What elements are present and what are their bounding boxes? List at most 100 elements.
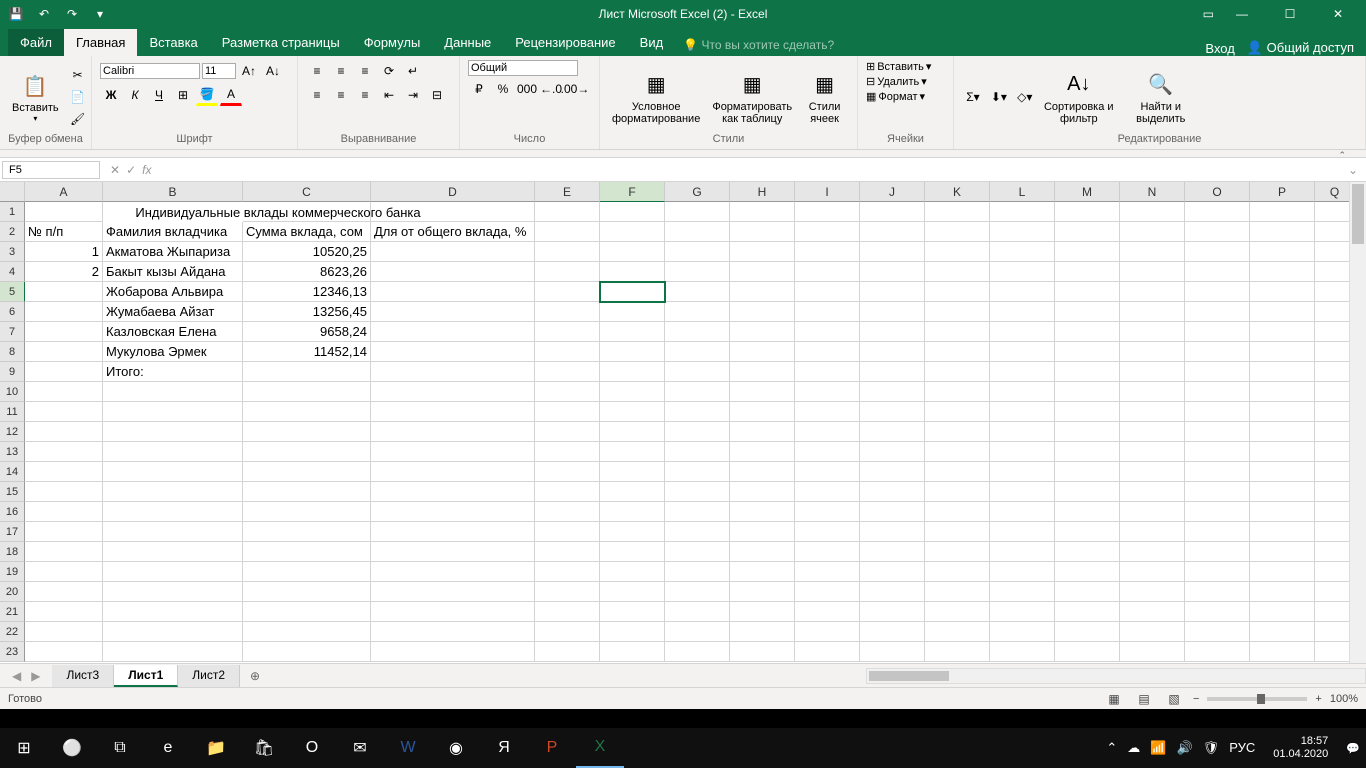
cell-O11[interactable] — [1185, 402, 1250, 422]
cell-O19[interactable] — [1185, 562, 1250, 582]
cell-I21[interactable] — [795, 602, 860, 622]
col-header-K[interactable]: K — [925, 182, 990, 202]
ribbon-options-icon[interactable]: ▭ — [1203, 7, 1214, 21]
cell-D23[interactable] — [371, 642, 535, 662]
cell-M17[interactable] — [1055, 522, 1120, 542]
cell-M21[interactable] — [1055, 602, 1120, 622]
cell-A7[interactable] — [25, 322, 103, 342]
col-header-P[interactable]: P — [1250, 182, 1315, 202]
save-icon[interactable]: 💾 — [8, 6, 24, 22]
cell-C13[interactable] — [243, 442, 371, 462]
cell-E20[interactable] — [535, 582, 600, 602]
cell-O3[interactable] — [1185, 242, 1250, 262]
cell-I13[interactable] — [795, 442, 860, 462]
cell-F2[interactable] — [600, 222, 665, 242]
cell-K23[interactable] — [925, 642, 990, 662]
cell-B23[interactable] — [103, 642, 243, 662]
cell-J3[interactable] — [860, 242, 925, 262]
cell-J7[interactable] — [860, 322, 925, 342]
cell-K12[interactable] — [925, 422, 990, 442]
cell-B2[interactable]: Фамилия вкладчика — [103, 222, 243, 242]
cell-P17[interactable] — [1250, 522, 1315, 542]
cell-G20[interactable] — [665, 582, 730, 602]
cell-M9[interactable] — [1055, 362, 1120, 382]
cell-M22[interactable] — [1055, 622, 1120, 642]
cell-D22[interactable] — [371, 622, 535, 642]
cell-N21[interactable] — [1120, 602, 1185, 622]
cell-O14[interactable] — [1185, 462, 1250, 482]
cell-G11[interactable] — [665, 402, 730, 422]
cell-H19[interactable] — [730, 562, 795, 582]
cell-F20[interactable] — [600, 582, 665, 602]
cell-L9[interactable] — [990, 362, 1055, 382]
row-header-14[interactable]: 14 — [0, 462, 25, 482]
col-header-F[interactable]: F — [600, 182, 665, 202]
underline-button[interactable]: Ч — [148, 84, 170, 106]
cell-H15[interactable] — [730, 482, 795, 502]
cell-L22[interactable] — [990, 622, 1055, 642]
cell-H7[interactable] — [730, 322, 795, 342]
row-header-6[interactable]: 6 — [0, 302, 25, 322]
cell-N23[interactable] — [1120, 642, 1185, 662]
taskbar-word-icon[interactable]: W — [384, 728, 432, 768]
cell-K14[interactable] — [925, 462, 990, 482]
cell-O10[interactable] — [1185, 382, 1250, 402]
cell-N13[interactable] — [1120, 442, 1185, 462]
cell-I22[interactable] — [795, 622, 860, 642]
cell-N7[interactable] — [1120, 322, 1185, 342]
cell-D7[interactable] — [371, 322, 535, 342]
cell-G1[interactable] — [665, 202, 730, 222]
cell-J19[interactable] — [860, 562, 925, 582]
cell-K6[interactable] — [925, 302, 990, 322]
taskbar-clock[interactable]: 18:57 01.04.2020 — [1267, 735, 1334, 761]
sort-filter-button[interactable]: A↓ Сортировка и фильтр — [1040, 67, 1118, 127]
cell-D5[interactable] — [371, 282, 535, 302]
taskbar-store-icon[interactable]: 🛍 — [240, 728, 288, 768]
col-header-O[interactable]: O — [1185, 182, 1250, 202]
cell-L17[interactable] — [990, 522, 1055, 542]
col-header-G[interactable]: G — [665, 182, 730, 202]
cell-I4[interactable] — [795, 262, 860, 282]
cell-L7[interactable] — [990, 322, 1055, 342]
cell-D3[interactable] — [371, 242, 535, 262]
cell-D8[interactable] — [371, 342, 535, 362]
cell-A22[interactable] — [25, 622, 103, 642]
align-bottom-icon[interactable]: ≡ — [354, 60, 376, 82]
cell-O7[interactable] — [1185, 322, 1250, 342]
cell-P4[interactable] — [1250, 262, 1315, 282]
cell-A18[interactable] — [25, 542, 103, 562]
tray-chevron-icon[interactable]: ⌃ — [1106, 740, 1117, 756]
cell-K9[interactable] — [925, 362, 990, 382]
align-center-icon[interactable]: ≡ — [330, 84, 352, 106]
cell-H8[interactable] — [730, 342, 795, 362]
cell-I20[interactable] — [795, 582, 860, 602]
taskbar-opera-icon[interactable]: O — [288, 728, 336, 768]
cell-F8[interactable] — [600, 342, 665, 362]
tray-defender-icon[interactable]: 🛡 — [1203, 740, 1220, 756]
cell-P11[interactable] — [1250, 402, 1315, 422]
cell-I23[interactable] — [795, 642, 860, 662]
row-header-18[interactable]: 18 — [0, 542, 25, 562]
row-header-16[interactable]: 16 — [0, 502, 25, 522]
cell-C15[interactable] — [243, 482, 371, 502]
cell-P19[interactable] — [1250, 562, 1315, 582]
paste-button[interactable]: 📋 Вставить▾ — [8, 68, 63, 125]
cell-D6[interactable] — [371, 302, 535, 322]
cell-N14[interactable] — [1120, 462, 1185, 482]
row-header-10[interactable]: 10 — [0, 382, 25, 402]
cell-M8[interactable] — [1055, 342, 1120, 362]
taskbar-explorer-icon[interactable]: 📁 — [192, 728, 240, 768]
row-header-12[interactable]: 12 — [0, 422, 25, 442]
fill-color-button[interactable]: 🪣 — [196, 84, 218, 106]
row-header-9[interactable]: 9 — [0, 362, 25, 382]
cell-P15[interactable] — [1250, 482, 1315, 502]
cell-H16[interactable] — [730, 502, 795, 522]
cancel-formula-icon[interactable]: ✕ — [110, 163, 120, 177]
cell-H11[interactable] — [730, 402, 795, 422]
cell-N11[interactable] — [1120, 402, 1185, 422]
cell-A9[interactable] — [25, 362, 103, 382]
row-header-4[interactable]: 4 — [0, 262, 25, 282]
cell-H5[interactable] — [730, 282, 795, 302]
cell-P9[interactable] — [1250, 362, 1315, 382]
row-header-7[interactable]: 7 — [0, 322, 25, 342]
